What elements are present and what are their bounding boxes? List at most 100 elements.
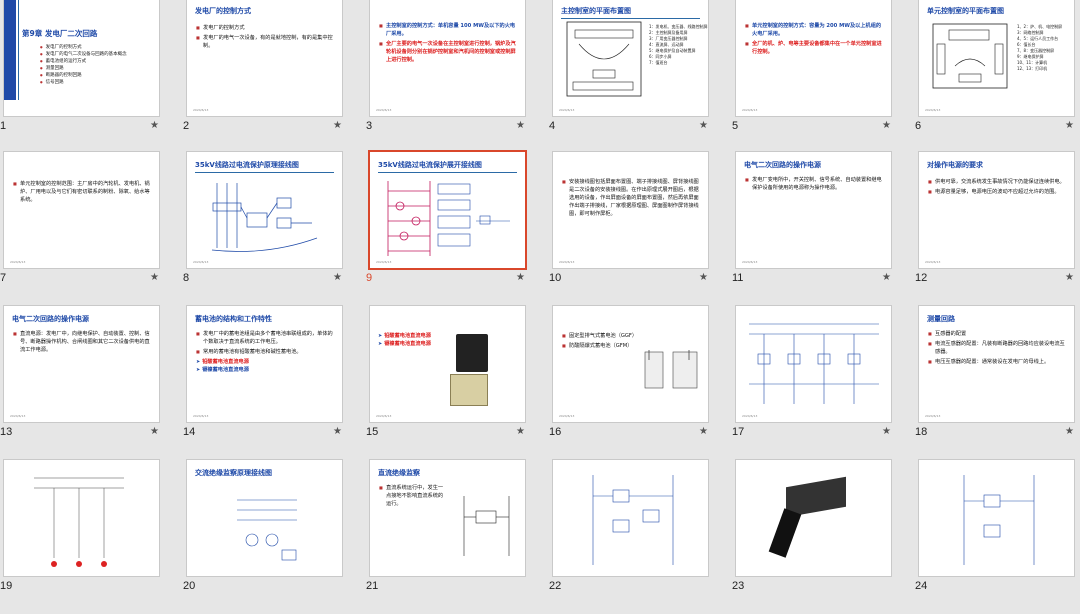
slide-3[interactable]: 主控制室的控制方式：单机容量 100 MW及以下的火电厂采用。全厂主要的电气一次…: [370, 0, 525, 116]
slide-body: 发电厂的控制方式发电厂的电气一次设备，有的是就地控制，有的是集中控制。: [196, 24, 334, 52]
slide-number: 22: [549, 580, 562, 592]
star-icon[interactable]: ★: [1065, 272, 1074, 283]
slide-thumbnail[interactable]: 单元控制室的平面布置图 1、2：炉、机、电控制屏 3：网络控制屏 4、5：运行人员工…: [915, 0, 1080, 154]
star-icon[interactable]: ★: [516, 426, 525, 437]
slide-4[interactable]: 主控制室的平面布置图 1：发电机、变压器、线路控制屏 2：主控制屏及备用屏 3：厂用…: [553, 0, 708, 116]
slide-thumbnail[interactable]: 主控制室的平面布置图 1：发电机、变压器、线路控制屏 2：主控制屏及备用屏 3：厂用…: [549, 0, 729, 154]
slide-number: 6: [915, 120, 922, 132]
slide-thumbnail[interactable]: 单元控制室的控制方式：容量为 200 MW及以上机组的火电厂采用。全厂的机、炉、…: [732, 0, 912, 154]
slide-number: 15: [366, 426, 379, 438]
slide-thumbnail[interactable]: 19: [0, 460, 180, 614]
slide-thumbnail[interactable]: 35kV线路过电流保护原理接线图 2024/6/13 8 ★: [183, 152, 363, 306]
star-icon[interactable]: ★: [150, 426, 159, 437]
star-icon[interactable]: ★: [882, 120, 891, 131]
circuit-diagram: [237, 499, 297, 561]
slide-thumbnail[interactable]: 发电厂的控制方式 发电厂的控制方式发电厂的电气一次设备，有的是就地控制，有的是集…: [183, 0, 363, 154]
slide-title: 对操作电源的要求: [927, 161, 983, 169]
star-icon[interactable]: ★: [1065, 120, 1074, 131]
slide-number: 19: [0, 580, 13, 592]
slide-number: 18: [915, 426, 928, 438]
slide-2[interactable]: 发电厂的控制方式 发电厂的控制方式发电厂的电气一次设备，有的是就地控制，有的是集…: [187, 0, 342, 116]
slide-body: 单元控制室的控制方式：容量为 200 MW及以上机组的火电厂采用。全厂的机、炉、…: [745, 22, 883, 58]
slide-number: 7: [0, 272, 7, 284]
slide-15[interactable]: 铅酸蓄电池直流电源镉镍蓄电池直流电源 2024/6/13: [370, 306, 525, 422]
slide-number: 1: [0, 120, 7, 132]
slide-19[interactable]: [4, 460, 159, 576]
slide-title: 电气二次回路的操作电源: [12, 315, 89, 323]
slide-thumbnail[interactable]: 固定型排气式蓄电池（GGF）防酸隔爆式蓄电池（GFM） 2024/6/13 16…: [549, 306, 729, 460]
slide-body: 主控制室的控制方式：单机容量 100 MW及以下的火电厂采用。全厂主要的电气一次…: [379, 22, 517, 66]
slide-1[interactable]: 第9章 发电厂二次回路 发电厂的控制方式发电厂的电气二次设备与回路的基本概念蓄电…: [4, 0, 159, 116]
slide-title: 35kV线路过电流保护原理接线图: [195, 160, 334, 173]
slide-11[interactable]: 电气二次回路的操作电源 发电厂变电所中，开关控制、信号系统、自动装置和继电保护设…: [736, 152, 891, 268]
star-icon[interactable]: ★: [1065, 426, 1074, 437]
slide-9[interactable]: 35kV线路过电流保护展开接线图 2024/6/13: [370, 152, 525, 268]
star-icon[interactable]: ★: [699, 426, 708, 437]
slide-thumbnail[interactable]: 2024/6/13 17 ★: [732, 306, 912, 460]
slide-thumbnail[interactable]: 24: [915, 460, 1080, 614]
slide-title: 发电厂的控制方式: [195, 7, 251, 15]
star-icon[interactable]: ★: [150, 272, 159, 283]
slide-24[interactable]: [919, 460, 1074, 576]
star-icon[interactable]: ★: [882, 426, 891, 437]
slide-thumbnail[interactable]: 对操作电源的要求 供电可靠，交流系统发生事故情况下仍能保证连续供电。电源容量足够…: [915, 152, 1080, 306]
slide-body: 直流电源：发电厂中，向继电保护、自动装置、控制、信号、断路器操作机构、合闸线圈和…: [13, 330, 151, 356]
slide-number: 12: [915, 272, 928, 284]
slide-thumbnail[interactable]: 测量回路 互感器的配置电流互感器的配置：凡装有断路器的回路均应装设电流互感器。电…: [915, 306, 1080, 460]
star-icon[interactable]: ★: [150, 120, 159, 131]
slide-14[interactable]: 蓄电池的结构和工作特性 发电厂中的蓄电池组是由多个蓄电池串联组成的，单体的个数取…: [187, 306, 342, 422]
star-icon[interactable]: ★: [333, 272, 342, 283]
slide-21[interactable]: 直流绝缘监察 直流系统运行中，发生一点接地不影响直流系统的运行。: [370, 460, 525, 576]
slide-thumbnail[interactable]: 23: [732, 460, 912, 614]
slide-5[interactable]: 单元控制室的控制方式：容量为 200 MW及以上机组的火电厂采用。全厂的机、炉、…: [736, 0, 891, 116]
slide-20[interactable]: 交流绝缘监察原理接线图: [187, 460, 342, 576]
slide-12[interactable]: 对操作电源的要求 供电可靠，交流系统发生事故情况下仍能保证连续供电。电源容量足够…: [919, 152, 1074, 268]
slide-number: 2: [183, 120, 190, 132]
slide-number: 10: [549, 272, 562, 284]
slide-6[interactable]: 单元控制室的平面布置图 1、2：炉、机、电控制屏 3：网络控制屏 4、5：运行人员工…: [919, 0, 1074, 116]
slide-18[interactable]: 测量回路 互感器的配置电流互感器的配置：凡装有断路器的回路均应装设电流互感器。电…: [919, 306, 1074, 422]
star-icon[interactable]: ★: [333, 120, 342, 131]
slide-7[interactable]: 单元控制室的控制范围：主厂房中的汽轮机、发电机、锅炉、厂用电以及与它们有密切联系…: [4, 152, 159, 268]
star-icon[interactable]: ★: [516, 120, 525, 131]
slide-thumbnail[interactable]: 单元控制室的控制范围：主厂房中的汽轮机、发电机、锅炉、厂用电以及与它们有密切联系…: [0, 152, 180, 306]
divider: [18, 0, 19, 100]
slide-22[interactable]: [553, 460, 708, 576]
slide-thumbnail[interactable]: 主控制室的控制方式：单机容量 100 MW及以下的火电厂采用。全厂主要的电气一次…: [366, 0, 546, 154]
slide-thumbnail[interactable]: 直流绝缘监察 直流系统运行中，发生一点接地不影响直流系统的运行。 21: [366, 460, 546, 614]
slide-thumbnail[interactable]: 电气二次回路的操作电源 发电厂变电所中，开关控制、信号系统、自动装置和继电保护设…: [732, 152, 912, 306]
slide-thumbnail[interactable]: 铅酸蓄电池直流电源镉镍蓄电池直流电源 2024/6/13 15 ★: [366, 306, 546, 460]
star-icon[interactable]: ★: [699, 120, 708, 131]
floor-plan-diagram: [566, 21, 642, 97]
slide-thumbnail[interactable]: 22: [549, 460, 729, 614]
slide-number: 14: [183, 426, 196, 438]
slide-title: 测量回路: [927, 315, 955, 323]
circuit-diagram: [749, 323, 879, 404]
slide-body: 互感器的配置电流互感器的配置：凡装有断路器的回路均应装设电流互感器。电压互感器的…: [928, 330, 1066, 368]
slide-13[interactable]: 电气二次回路的操作电源 直流电源：发电厂中，向继电保护、自动装置、控制、信号、断…: [4, 306, 159, 422]
star-icon[interactable]: ★: [516, 272, 525, 283]
slide-title: 直流绝缘监察: [378, 469, 420, 477]
slide-thumbnail[interactable]: 电气二次回路的操作电源 直流电源：发电厂中，向继电保护、自动装置、控制、信号、断…: [0, 306, 180, 460]
star-icon[interactable]: ★: [882, 272, 891, 283]
slide-body: 固定型排气式蓄电池（GGF）防酸隔爆式蓄电池（GFM）: [562, 332, 638, 352]
floor-plan-diagram: [932, 23, 1008, 89]
slide-thumbnail[interactable]: 交流绝缘监察原理接线图 20: [183, 460, 363, 614]
slide-16[interactable]: 固定型排气式蓄电池（GGF）防酸隔爆式蓄电池（GFM） 2024/6/13: [553, 306, 708, 422]
slide-number: 5: [732, 120, 739, 132]
star-icon[interactable]: ★: [333, 426, 342, 437]
slide-thumbnail[interactable]: 蓄电池的结构和工作特性 发电厂中的蓄电池组是由多个蓄电池串联组成的，单体的个数取…: [183, 306, 363, 460]
title-sidebar: [4, 0, 16, 100]
star-icon[interactable]: ★: [699, 272, 708, 283]
slide-number: 8: [183, 272, 190, 284]
slide-10[interactable]: 安装接线图包括屏面布置图、端子排接线图、屏背接线图是二次设备的安装接线图。在作出…: [553, 152, 708, 268]
slide-8[interactable]: 35kV线路过电流保护原理接线图 2024/6/13: [187, 152, 342, 268]
slide-body: 发电厂中的蓄电池组是由多个蓄电池串联组成的，单体的个数取决于直流系统的工作电压。…: [196, 330, 334, 374]
slide-thumbnail[interactable]: 安装接线图包括屏面布置图、端子排接线图、屏背接线图是二次设备的安装接线图。在作出…: [549, 152, 729, 306]
chapter-title: 第9章 发电厂二次回路: [22, 29, 98, 38]
slide-thumbnail[interactable]: 第9章 发电厂二次回路 发电厂的控制方式发电厂的电气二次设备与回路的基本概念蓄电…: [0, 0, 180, 154]
slide-23[interactable]: [736, 460, 891, 576]
slide-thumbnail[interactable]: 35kV线路过电流保护展开接线图 2024/6/13 9 ★: [366, 152, 546, 306]
slide-17[interactable]: 2024/6/13: [736, 306, 891, 422]
slide-title: 主控制室的平面布置图: [561, 6, 700, 19]
